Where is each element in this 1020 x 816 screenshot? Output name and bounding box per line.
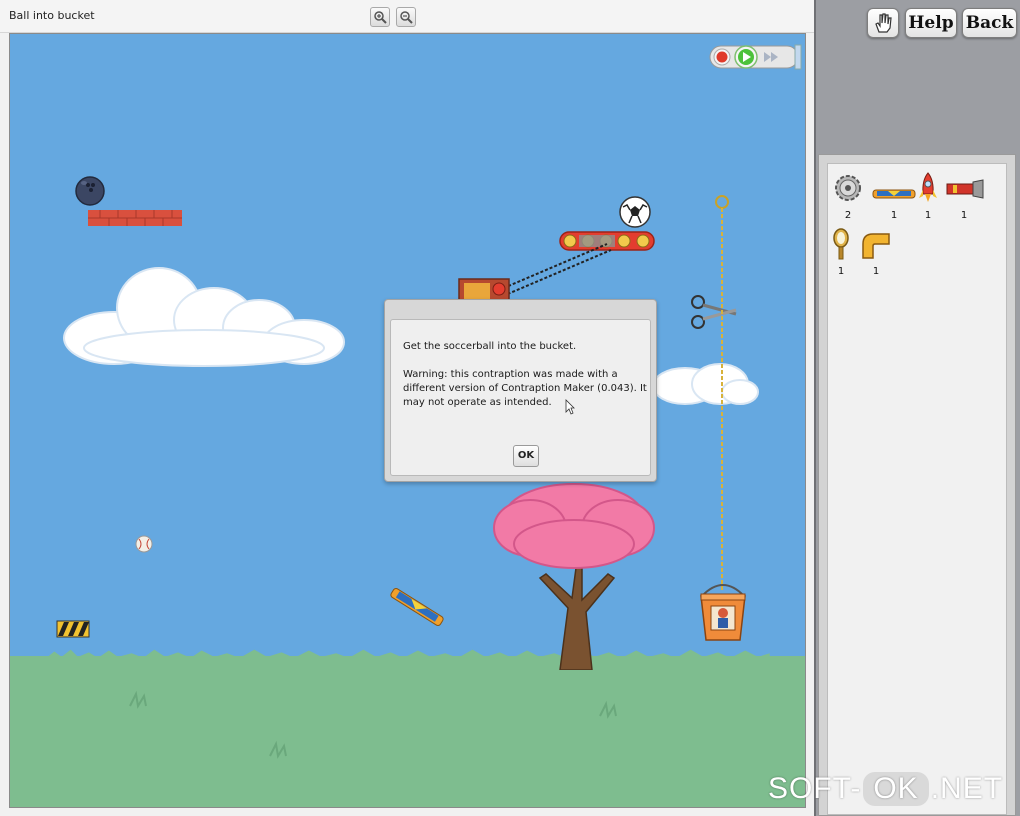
- brick-wall[interactable]: [88, 210, 182, 226]
- zoom-in-icon: [374, 11, 387, 24]
- part-count: 2: [844, 210, 852, 221]
- playback-controls: [709, 43, 803, 71]
- zoom-out-icon: [400, 11, 413, 24]
- part-count: 1: [837, 266, 845, 277]
- watermark-middle: OK: [863, 772, 929, 806]
- part-count: 1: [960, 210, 968, 221]
- tree: [493, 483, 655, 670]
- grass-tufts: [129, 690, 617, 759]
- part-flashlight[interactable]: 1: [942, 172, 986, 221]
- part-rocket[interactable]: 1: [916, 172, 940, 221]
- hand-icon: [875, 13, 892, 33]
- baseball[interactable]: [134, 534, 154, 554]
- message-dialog: Get the soccerball into the bucket. Warn…: [384, 299, 657, 482]
- hand-tool-button[interactable]: [867, 8, 899, 38]
- gear-icon: [835, 175, 861, 201]
- part-trampoline[interactable]: 1: [870, 172, 918, 221]
- watermark: SOFT- OK .NET: [768, 772, 1003, 812]
- part-pipe[interactable]: 1: [858, 228, 894, 277]
- flashlight-icon: [946, 179, 984, 199]
- pipe-elbow-icon: [862, 233, 890, 259]
- bowling-ball[interactable]: [74, 175, 106, 207]
- ok-button[interactable]: OK: [513, 445, 539, 467]
- rocket-icon: [919, 172, 937, 202]
- part-count: 1: [924, 210, 932, 221]
- cloud-right: [652, 363, 759, 405]
- play-icon: [734, 45, 758, 69]
- rope[interactable]: [714, 194, 730, 592]
- part-gear[interactable]: 2: [830, 172, 866, 221]
- window-title: Ball into bucket: [9, 9, 95, 22]
- fast-forward-icon: [764, 52, 778, 62]
- dialog-body: Get the soccerball into the bucket. Warn…: [390, 319, 651, 476]
- help-button[interactable]: Help: [905, 8, 957, 38]
- part-count: 1: [872, 266, 880, 277]
- parts-panel: 2 1 1 1 1 1: [818, 154, 1016, 816]
- hazard-block[interactable]: [56, 620, 90, 638]
- watermark-right: .NET: [930, 772, 1004, 805]
- play-button[interactable]: [734, 45, 758, 69]
- zoom-out-button[interactable]: [396, 7, 416, 27]
- mirror-icon: [833, 228, 849, 260]
- bucket[interactable]: [696, 580, 750, 642]
- dialog-warning: Warning: this contraption was made with …: [403, 369, 647, 408]
- trampoline[interactable]: [384, 584, 450, 630]
- part-mirror[interactable]: 1: [830, 228, 852, 277]
- back-button[interactable]: Back: [962, 8, 1017, 38]
- cloud-left: [63, 267, 345, 367]
- drive-belt: [498, 243, 612, 297]
- fast-forward-button[interactable]: [761, 48, 783, 66]
- mouse-cursor-icon: [565, 399, 575, 415]
- title-bar: Ball into bucket: [0, 0, 814, 33]
- part-count: 1: [890, 210, 898, 221]
- dialog-message: Get the soccerball into the bucket.: [403, 341, 577, 352]
- soccer-ball[interactable]: [618, 195, 652, 229]
- zoom-in-button[interactable]: [370, 7, 390, 27]
- watermark-left: SOFT-: [768, 772, 862, 805]
- parts-list: 2 1 1 1 1 1: [827, 163, 1007, 815]
- record-button[interactable]: [713, 48, 731, 66]
- trampoline-icon: [872, 189, 916, 199]
- record-icon: [713, 48, 731, 66]
